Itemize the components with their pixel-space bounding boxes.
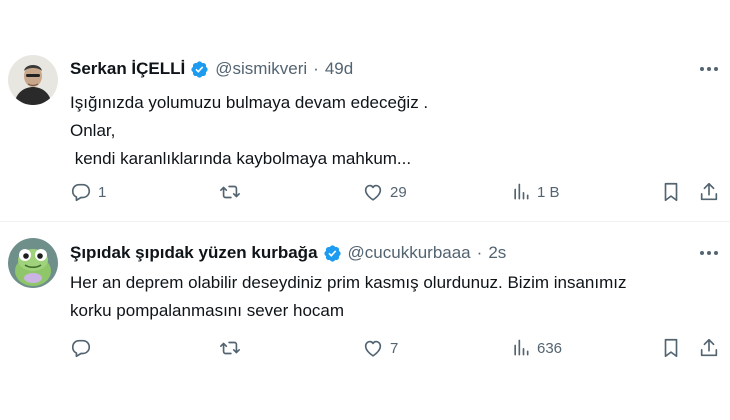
more-options-icon[interactable] bbox=[698, 62, 720, 76]
display-name[interactable]: Şıpıdak şıpıdak yüzen kurbağa bbox=[70, 243, 318, 263]
like-button[interactable]: 29 bbox=[362, 179, 407, 205]
user-handle[interactable]: @sismikveri bbox=[215, 59, 307, 79]
tweet-text-line: Her an deprem olabilir deseydiniz prim k… bbox=[70, 273, 627, 292]
tweet-header: Şıpıdak şıpıdak yüzen kurbağa @cucukkurb… bbox=[70, 241, 690, 265]
tweet-text: Her an deprem olabilir deseydiniz prim k… bbox=[70, 269, 710, 325]
bookmark-icon bbox=[664, 338, 678, 358]
like-button[interactable]: 7 bbox=[362, 335, 398, 361]
view-count: 1 B bbox=[537, 183, 560, 201]
user-handle[interactable]: @cucukkurbaaa bbox=[348, 243, 471, 263]
retweet-button[interactable] bbox=[218, 179, 248, 205]
bookmark-icon bbox=[664, 182, 678, 202]
tweet-text: Işığınızda yolumuzu bulmaya devam edeceğ… bbox=[70, 89, 710, 173]
retweet-button[interactable] bbox=[218, 335, 248, 361]
tweet-text-line: Onlar, bbox=[70, 121, 116, 140]
bookmark-button[interactable] bbox=[660, 335, 682, 361]
views-button[interactable]: 636 bbox=[511, 335, 562, 361]
avatar[interactable] bbox=[8, 55, 58, 105]
heart-icon bbox=[364, 184, 382, 201]
bookmark-button[interactable] bbox=[660, 179, 682, 205]
verified-badge-icon[interactable] bbox=[190, 60, 209, 79]
action-bar: 7 636 bbox=[0, 335, 730, 361]
share-button[interactable] bbox=[698, 179, 720, 205]
avatar[interactable] bbox=[8, 238, 58, 288]
tweet-text-line: kendi karanlıklarında kaybolmaya mahkum.… bbox=[70, 149, 412, 168]
timestamp[interactable]: 49d bbox=[325, 59, 353, 79]
separator-dot: · bbox=[476, 243, 483, 262]
analytics-icon bbox=[514, 339, 529, 356]
retweet-icon bbox=[220, 341, 240, 355]
reply-icon bbox=[71, 183, 91, 202]
separator-dot: · bbox=[313, 59, 319, 78]
reply-button[interactable]: 1 bbox=[70, 179, 106, 205]
view-count: 636 bbox=[537, 339, 563, 357]
tweet[interactable]: Şıpıdak şıpıdak yüzen kurbağa @cucukkurb… bbox=[0, 222, 730, 420]
reply-button[interactable] bbox=[70, 335, 98, 361]
tweet-text-line: Işığınızda yolumuzu bulmaya devam edeceğ… bbox=[70, 93, 429, 112]
share-button[interactable] bbox=[698, 335, 720, 361]
share-icon bbox=[700, 338, 718, 357]
reply-count: 1 bbox=[98, 183, 107, 201]
tweet-text-line: korku pompalanmasını sever hocam bbox=[70, 301, 345, 320]
timestamp[interactable]: 2s bbox=[488, 243, 506, 263]
views-button[interactable]: 1 B bbox=[511, 179, 560, 205]
tweet-header: Serkan İÇELLİ @sismikveri · 49d bbox=[70, 57, 690, 81]
reply-icon bbox=[71, 339, 91, 358]
verified-badge-icon[interactable] bbox=[323, 244, 342, 263]
tweet[interactable]: Serkan İÇELLİ @sismikveri · 49d Işığınız… bbox=[0, 0, 730, 222]
like-count: 7 bbox=[390, 339, 399, 357]
retweet-icon bbox=[220, 185, 240, 199]
heart-icon bbox=[364, 340, 382, 357]
display-name[interactable]: Serkan İÇELLİ bbox=[70, 59, 185, 79]
action-bar: 1 29 1 B bbox=[0, 179, 730, 205]
share-icon bbox=[700, 182, 718, 201]
like-count: 29 bbox=[390, 183, 407, 201]
more-options-icon[interactable] bbox=[698, 246, 720, 260]
analytics-icon bbox=[514, 183, 529, 200]
